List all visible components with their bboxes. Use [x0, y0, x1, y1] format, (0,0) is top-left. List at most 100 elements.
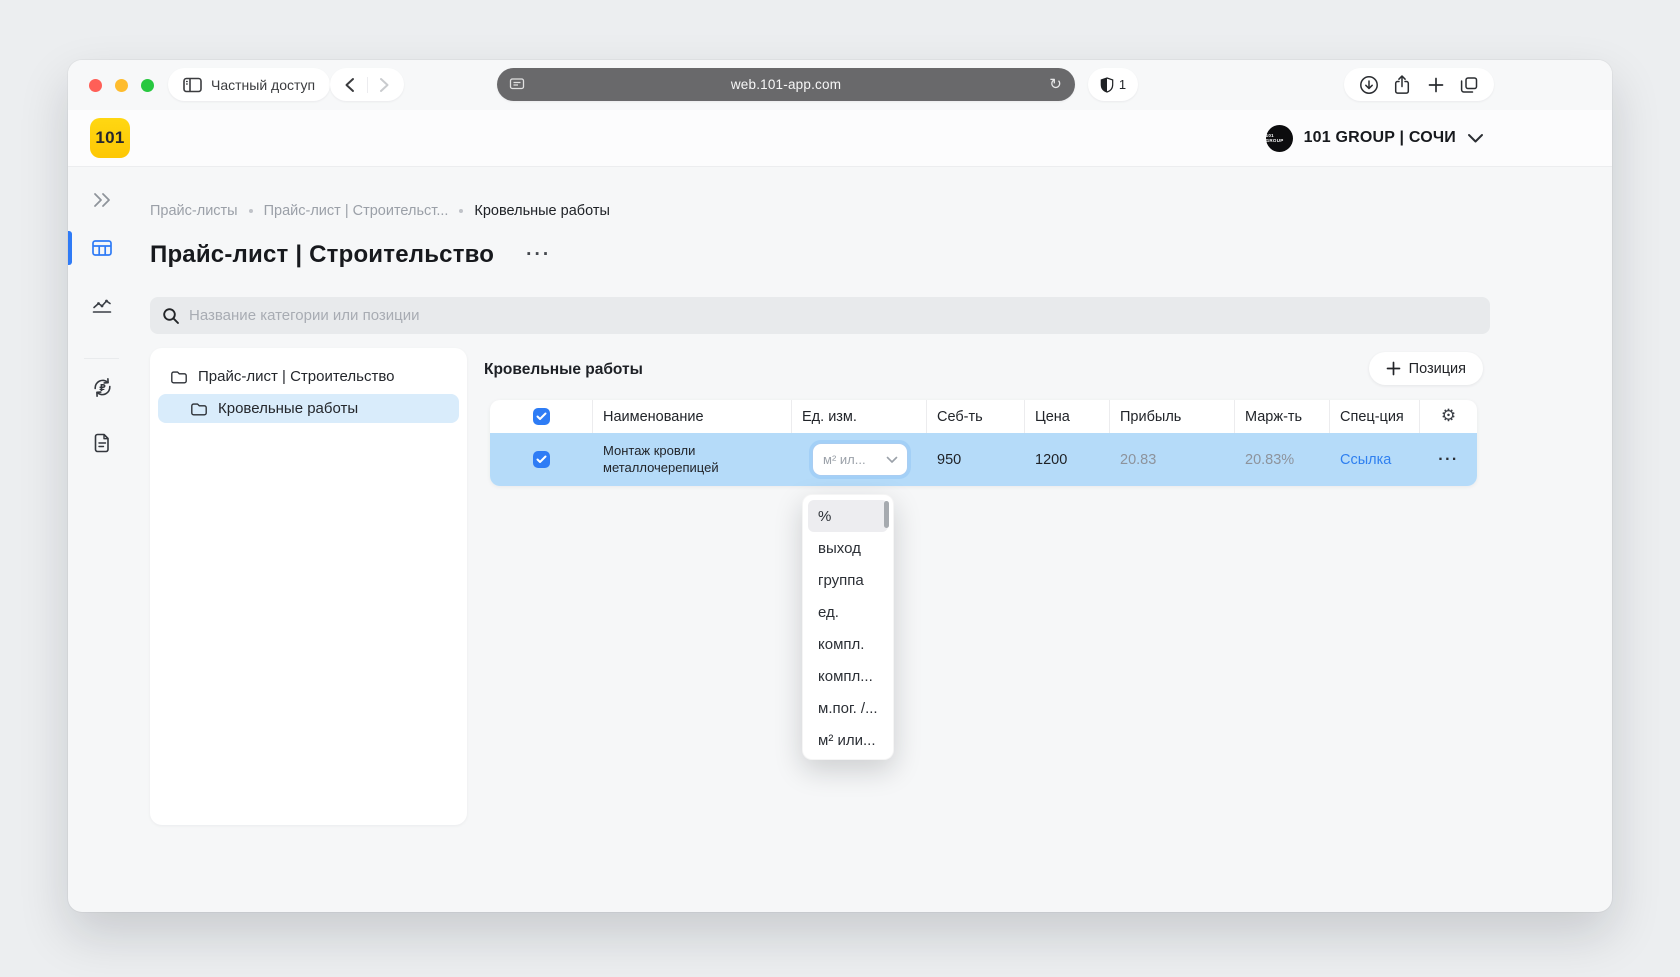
avatar-text: 101 GROUP	[1266, 133, 1293, 143]
table-settings-button[interactable]: ⚙	[1441, 408, 1456, 425]
nav-payments[interactable]: ₽	[85, 370, 119, 404]
row-checkbox[interactable]	[533, 451, 550, 468]
add-position-label: Позиция	[1409, 361, 1466, 377]
sidebar-toggle-icon	[183, 77, 202, 93]
col-spec: Спец-ция	[1330, 400, 1420, 433]
unit-select-value: м² ил...	[823, 452, 866, 467]
spec-link[interactable]: Ссылка	[1340, 452, 1391, 468]
back-button[interactable]	[335, 68, 365, 101]
tree-item-label: Кровельные работы	[218, 400, 358, 417]
close-button[interactable]	[89, 79, 102, 92]
double-chevron-right-icon	[92, 191, 113, 209]
search-input[interactable]	[189, 307, 1478, 324]
nav-documents[interactable]	[85, 426, 119, 460]
col-unit: Ед. изм.	[792, 400, 927, 433]
add-position-button[interactable]: Позиция	[1369, 352, 1483, 385]
unit-option[interactable]: компл.	[803, 628, 893, 660]
line-chart-icon	[91, 295, 113, 315]
account-menu[interactable]: 101 GROUP 101 GROUP | СОЧИ	[1266, 110, 1484, 166]
tree-item-label: Прайс-лист | Строительство	[198, 368, 394, 385]
private-browsing-label: Частный доступ	[211, 77, 315, 93]
title-row: Прайс-лист | Строительство ···	[150, 241, 551, 269]
main-content: Прайс-листы Прайс-лист | Строительст... …	[150, 167, 1490, 912]
breadcrumb-pricelist[interactable]: Прайс-лист | Строительст...	[264, 203, 449, 219]
cost-value: 950	[927, 452, 1025, 468]
unit-option[interactable]: выход	[803, 532, 893, 564]
margin-value: 20.83%	[1235, 452, 1330, 468]
sidebar-rail: ₽	[68, 167, 135, 912]
unit-option[interactable]: м² или...	[803, 724, 893, 756]
unit-option[interactable]: %	[808, 500, 888, 532]
breadcrumb-separator	[459, 209, 463, 213]
table-header: Наименование Ед. изм. Себ-ть Цена Прибыл…	[490, 400, 1477, 433]
sidebar-expand-button[interactable]	[85, 183, 119, 217]
breadcrumb-current: Кровельные работы	[474, 203, 609, 219]
nav-analytics[interactable]	[85, 288, 119, 322]
row-menu-button[interactable]: ···	[1438, 451, 1458, 469]
share-button[interactable]	[1387, 70, 1417, 100]
account-name: 101 GROUP | СОЧИ	[1304, 129, 1456, 147]
tree-item-roofing[interactable]: Кровельные работы	[158, 394, 459, 423]
plus-icon	[1386, 361, 1401, 376]
traffic-lights	[89, 79, 154, 92]
unit-option[interactable]: ед.	[803, 596, 893, 628]
unit-select[interactable]: м² ил...	[812, 443, 908, 476]
minimize-button[interactable]	[115, 79, 128, 92]
ruble-cycle-icon: ₽	[91, 376, 114, 399]
search-icon	[162, 307, 180, 325]
tabs-overview-button[interactable]	[1454, 70, 1484, 100]
blocked-count: 1	[1119, 77, 1126, 92]
category-tree: Прайс-лист | Строительство Кровельные ра…	[150, 348, 467, 825]
download-button[interactable]	[1354, 70, 1384, 100]
toolbar-buttons	[1344, 68, 1494, 101]
unit-option[interactable]: м.пог. /...	[803, 692, 893, 724]
folder-icon	[190, 401, 208, 417]
new-tab-button[interactable]	[1421, 70, 1451, 100]
breadcrumb-pricelists[interactable]: Прайс-листы	[150, 203, 238, 219]
dropdown-scrollbar[interactable]	[884, 501, 889, 528]
private-browsing-badge[interactable]: Частный доступ	[168, 68, 330, 101]
section-title: Кровельные работы	[484, 361, 643, 379]
unit-option[interactable]: компл...	[803, 660, 893, 692]
reload-icon[interactable]: ↻	[1049, 75, 1062, 93]
content-blocker-badge[interactable]: 1	[1088, 68, 1138, 101]
account-avatar: 101 GROUP	[1266, 125, 1293, 152]
unit-option[interactable]: группа	[803, 564, 893, 596]
shield-icon	[1100, 77, 1114, 93]
col-cost: Себ-ть	[927, 400, 1025, 433]
content-row: Прайс-лист | Строительство Кровельные ра…	[150, 348, 1490, 912]
document-icon	[92, 432, 112, 454]
svg-text:₽: ₽	[99, 383, 106, 394]
position-name: Монтаж кровли металлочерепицей	[593, 443, 792, 477]
url-text: web.101-app.com	[731, 77, 841, 92]
price-value: 1200	[1025, 452, 1110, 468]
tree-item-root[interactable]: Прайс-лист | Строительство	[150, 362, 467, 391]
reader-icon	[509, 77, 525, 92]
unit-cell: м² ил... % выход группа	[792, 443, 927, 476]
folder-icon	[170, 369, 188, 385]
chevron-down-icon	[886, 456, 898, 464]
search-bar	[150, 297, 1490, 334]
app-header: 101 101 GROUP 101 GROUP | СОЧИ	[68, 110, 1612, 167]
table-icon	[91, 238, 113, 258]
page-menu-button[interactable]: ···	[526, 244, 551, 266]
forward-button[interactable]	[370, 68, 400, 101]
nav-pricelists[interactable]	[85, 231, 119, 265]
select-all-checkbox[interactable]	[533, 408, 550, 425]
col-name: Наименование	[593, 400, 792, 433]
col-price: Цена	[1025, 400, 1110, 433]
browser-window: Частный доступ web.101-app.com ↻	[68, 60, 1612, 912]
category-panel: Кровельные работы Позиция	[484, 348, 1490, 912]
zoom-button[interactable]	[141, 79, 154, 92]
unit-dropdown: % выход группа ед. компл. компл... м.пог…	[802, 494, 894, 760]
col-profit: Прибыль	[1110, 400, 1235, 433]
price-row: Монтаж кровли металлочерепицей м² ил...	[490, 433, 1477, 486]
app-logo-text: 101	[95, 128, 124, 148]
app-logo[interactable]: 101	[90, 118, 130, 158]
browser-chrome: Частный доступ web.101-app.com ↻	[68, 60, 1612, 110]
nav-buttons	[330, 68, 404, 101]
screenshot: Частный доступ web.101-app.com ↻	[0, 0, 1680, 977]
address-bar[interactable]: web.101-app.com ↻	[497, 68, 1075, 101]
chevron-down-icon	[1467, 133, 1484, 144]
breadcrumb: Прайс-листы Прайс-лист | Строительст... …	[150, 203, 610, 219]
